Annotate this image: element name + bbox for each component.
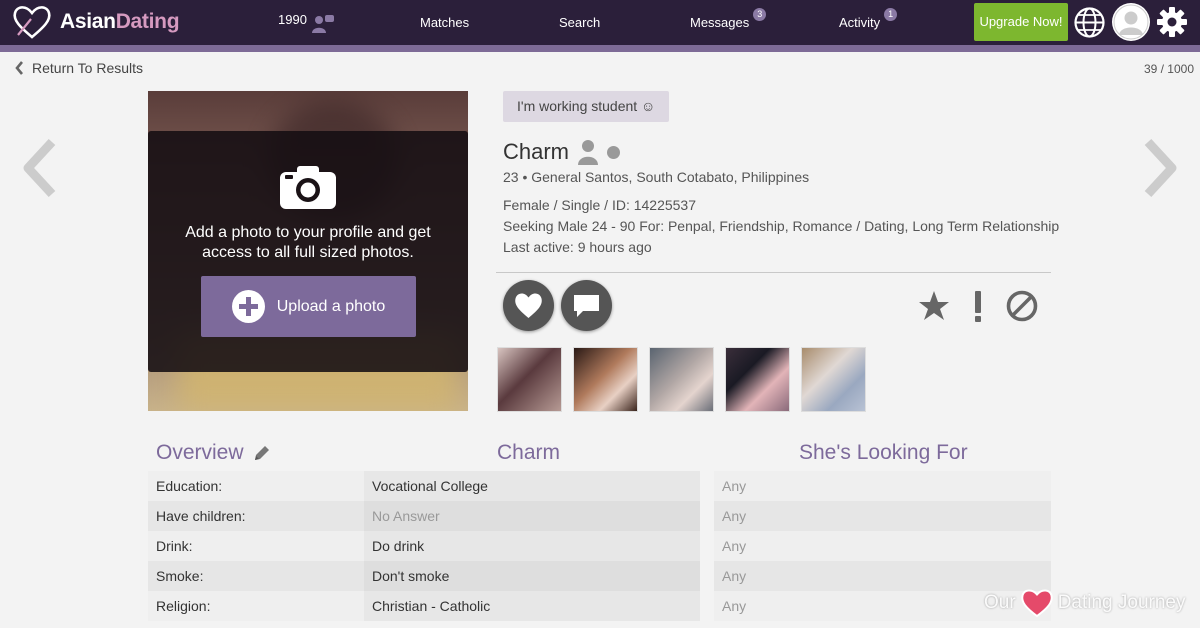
table-row: Education: Vocational College Any xyxy=(148,471,1051,501)
upload-prompt-overlay: Add a photo to your profile and get acce… xyxy=(148,131,468,372)
profile-photo: Add a photo to your profile and get acce… xyxy=(148,91,468,411)
block-icon[interactable] xyxy=(1005,289,1039,323)
watermark-text-left: Our xyxy=(984,592,1016,613)
row-preference: Any xyxy=(722,508,747,524)
overview-title: Overview xyxy=(156,441,244,464)
nav-matches[interactable]: Matches xyxy=(420,0,469,45)
row-value: Vocational College xyxy=(364,471,700,501)
photo-thumbnails xyxy=(497,347,866,412)
row-preference: Any xyxy=(722,478,747,494)
row-value: Don't smoke xyxy=(364,561,700,591)
table-row: Religion: Christian - Catholic Any xyxy=(148,591,1051,621)
profile-divider xyxy=(496,272,1051,273)
result-position: 39 / 1000 xyxy=(1143,62,1194,76)
gear-icon[interactable] xyxy=(1156,6,1188,38)
looking-for-column-title: She's Looking For xyxy=(799,441,968,464)
globe-icon[interactable] xyxy=(1073,6,1106,39)
upload-photo-button[interactable]: Upload a photo xyxy=(201,276,416,337)
photo-thumbnail[interactable] xyxy=(573,347,638,412)
previous-profile-arrow-icon[interactable] xyxy=(20,138,60,198)
profile-name: Charm xyxy=(503,139,570,164)
row-label: Religion: xyxy=(156,598,211,614)
table-row: Smoke: Don't smoke Any xyxy=(148,561,1051,591)
row-label: Drink: xyxy=(156,538,193,554)
chevron-left-icon xyxy=(15,61,23,75)
user-avatar[interactable] xyxy=(1112,3,1150,41)
chat-icon xyxy=(574,295,599,317)
photo-thumbnail[interactable] xyxy=(497,347,562,412)
column-gap xyxy=(700,471,714,501)
row-label: Have children: xyxy=(156,508,246,524)
activity-badge: 1 xyxy=(884,8,898,21)
watermark-text-right: Dating Journey xyxy=(1057,592,1186,613)
row-value: Do drink xyxy=(364,531,700,561)
online-status-dot xyxy=(607,145,621,159)
upload-photo-label: Upload a photo xyxy=(276,297,386,315)
nav-activity[interactable]: Activity 1 xyxy=(839,0,898,45)
heart-icon xyxy=(1020,589,1053,618)
photo-thumbnail[interactable] xyxy=(725,347,790,412)
column-gap xyxy=(700,531,714,561)
column-gap xyxy=(700,591,714,621)
heart-logo-icon xyxy=(13,6,51,39)
column-gap xyxy=(700,501,714,531)
photo-thumbnail[interactable] xyxy=(649,347,714,412)
messages-badge: 3 xyxy=(753,8,767,21)
nav-messages[interactable]: Messages 3 xyxy=(690,0,767,45)
table-row: Drink: Do drink Any xyxy=(148,531,1051,561)
default-avatar-icon xyxy=(1113,4,1149,40)
row-preference: Any xyxy=(722,568,747,584)
nav-matches-count[interactable]: 1990 xyxy=(278,0,335,45)
seeking-info: Seeking Male 24 - 90 For: Penpal, Friend… xyxy=(503,218,1060,234)
profile-name-row: Charm xyxy=(503,139,621,165)
nav-count-label: 1990 xyxy=(278,12,307,27)
upgrade-button[interactable]: Upgrade Now! xyxy=(974,3,1068,41)
exclamation-icon[interactable] xyxy=(961,289,995,323)
camera-icon xyxy=(280,166,336,209)
header-accent-strip xyxy=(0,45,1200,52)
send-message-button[interactable] xyxy=(561,280,612,331)
row-value: No Answer xyxy=(364,501,700,531)
return-to-results-link[interactable]: Return To Results xyxy=(14,60,143,76)
person-icon xyxy=(578,140,599,165)
logo-text: AsianDating xyxy=(60,10,180,33)
site-logo[interactable]: AsianDating xyxy=(12,5,180,39)
watermark: Our Dating Journey xyxy=(984,588,1185,618)
row-label: Smoke: xyxy=(156,568,204,584)
profile-column-title: Charm xyxy=(497,441,561,464)
photo-thumbnail[interactable] xyxy=(801,347,866,412)
nav-activity-label: Activity xyxy=(839,15,881,30)
column-gap xyxy=(700,561,714,591)
top-navigation-bar: AsianDating 1990 Matches Search Messages… xyxy=(0,0,1200,45)
return-to-results-label: Return To Results xyxy=(32,60,144,76)
nav-search-label: Search xyxy=(559,15,601,30)
plus-circle-icon xyxy=(231,290,265,323)
nav-search[interactable]: Search xyxy=(559,0,600,45)
row-label: Education: xyxy=(156,478,223,494)
row-value: Christian - Catholic xyxy=(364,591,700,621)
star-icon[interactable] xyxy=(917,289,951,323)
overview-table: Education: Vocational College Any Have c… xyxy=(148,471,1051,621)
users-icon xyxy=(311,14,334,33)
table-row: Have children: No Answer Any xyxy=(148,501,1051,531)
gender-status-id: Female / Single / ID: 14225537 xyxy=(503,197,697,213)
nav-matches-label: Matches xyxy=(420,15,470,30)
row-preference: Any xyxy=(722,538,747,554)
pencil-icon[interactable] xyxy=(253,444,271,462)
age-location: 23 • General Santos, South Cotabato, Phi… xyxy=(503,169,810,185)
upload-prompt-message: Add a photo to your profile and get acce… xyxy=(185,224,431,261)
last-active: Last active: 9 hours ago xyxy=(503,239,652,255)
next-profile-arrow-icon[interactable] xyxy=(1140,138,1180,198)
profile-tagline: I'm working student ☺ xyxy=(503,91,670,122)
like-button[interactable] xyxy=(503,280,554,331)
nav-messages-label: Messages xyxy=(690,15,750,30)
heart-icon xyxy=(515,293,542,318)
